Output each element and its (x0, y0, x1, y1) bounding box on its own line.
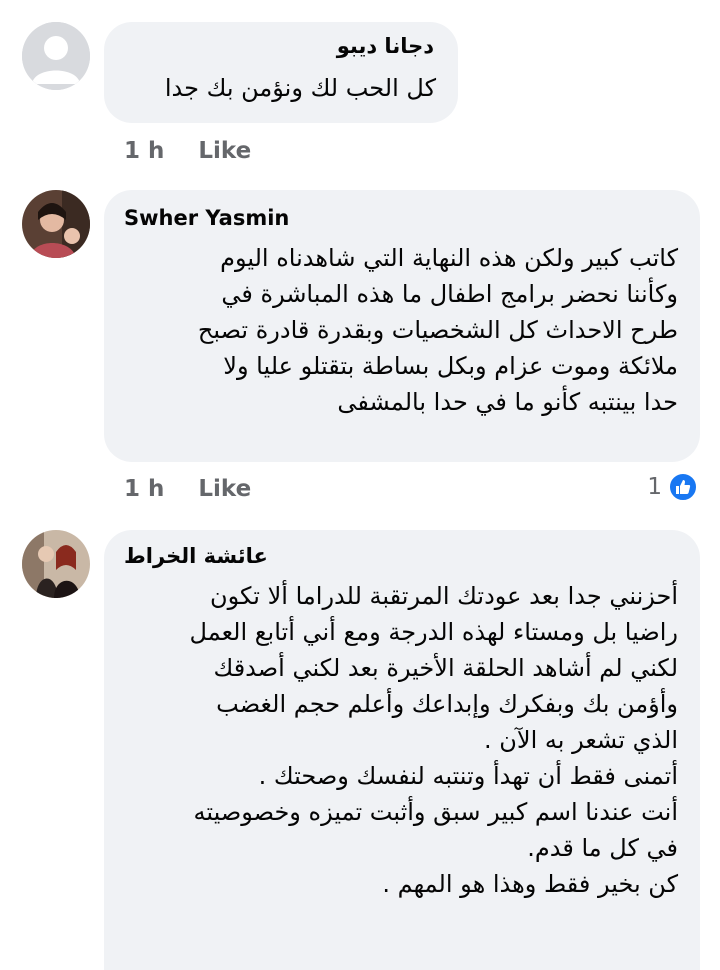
comment-bubble: عائشة الخراط أحزنني جدا بعد عودتك المرتق… (104, 530, 700, 970)
avatar[interactable] (22, 530, 90, 598)
comment-text: أحزنني جدا بعد عودتك المرتقبة للدراما أل… (189, 582, 678, 898)
comment-3: عائشة الخراط أحزنني جدا بعد عودتك المرتق… (0, 0, 720, 970)
user-photo-icon (22, 530, 90, 598)
comment-author[interactable]: عائشة الخراط (124, 544, 268, 568)
